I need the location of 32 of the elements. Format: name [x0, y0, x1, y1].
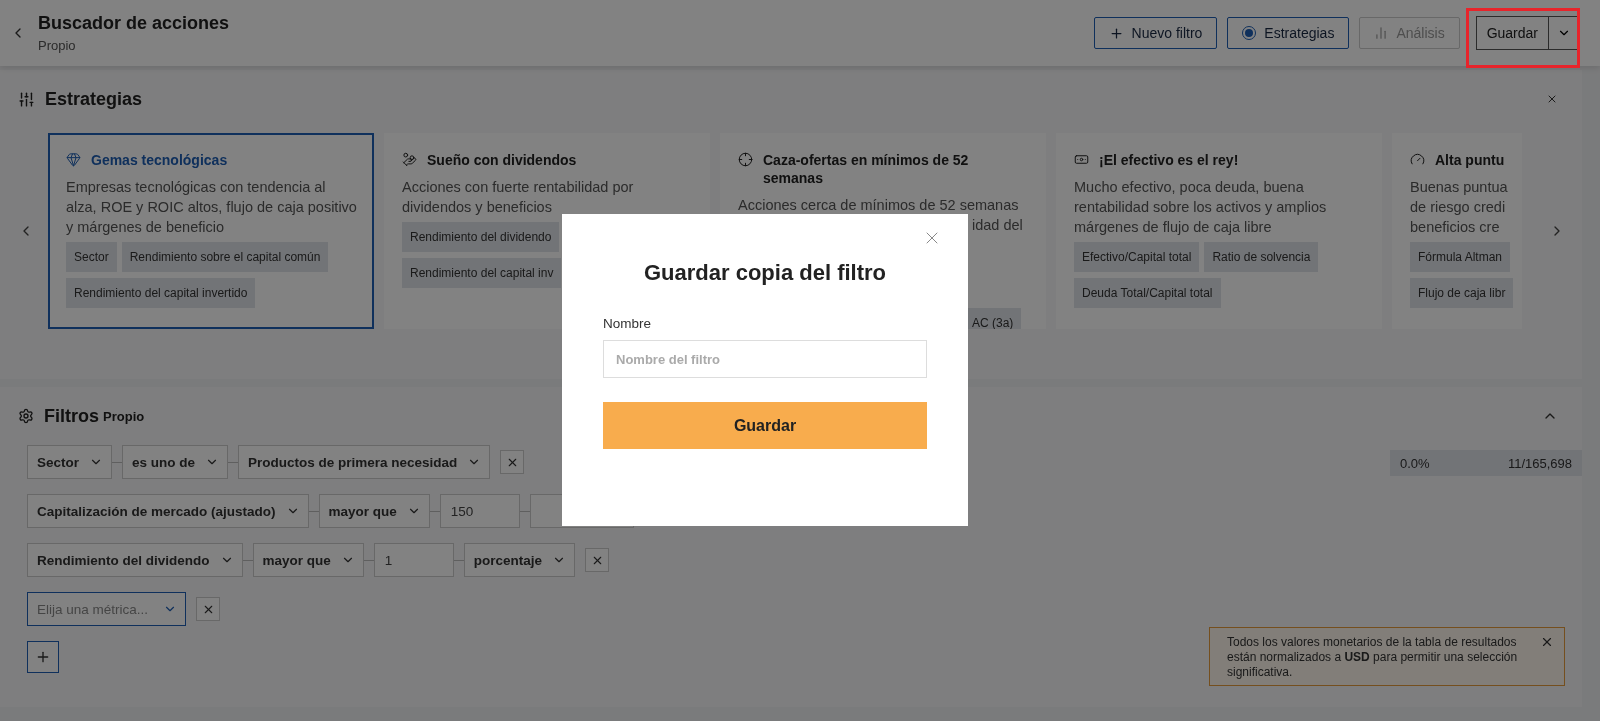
metric-tag: Ratio de solvencia: [1204, 242, 1319, 272]
card-description: Buenas puntua: [1410, 178, 1506, 197]
card-description: idad del: [972, 216, 1023, 235]
card-description: de riesgo credi: [1410, 198, 1506, 217]
card-title: Sueño con dividendos: [427, 151, 577, 169]
metric-tag: Rendimiento del dividendo: [402, 222, 560, 252]
page-title: Buscador de acciones: [38, 13, 231, 34]
card-description: Acciones cerca de mínimos de 52 semanas: [738, 196, 1020, 215]
card-description: Acciones con fuerte rentabilidad por dividendos y beneficios: [402, 178, 635, 217]
field-label: Nombre: [603, 316, 652, 331]
metric-tag: Rendimiento del capital inv: [402, 258, 562, 288]
section-subtitle: Propio: [103, 408, 145, 424]
card-title: Gemas tecnológicas: [91, 151, 228, 169]
section-title: Estrategias: [45, 88, 143, 110]
notice-text: Todos los valores monetarios de la tabla de resultados están normalizados a USD para permitir una selección significativa.: [1227, 635, 1518, 679]
card-description: Empresas tecnológicas con tendencia al alza, ROE y ROIC altos, flujo de caja positivo y márgenes de beneficio: [66, 178, 358, 237]
match-percentage: 0.0%: [1400, 455, 1430, 471]
metric-tag: Fórmula Altman: [1410, 242, 1511, 272]
card-title: Caza-ofertas en mínimos de 52 semanas: [763, 151, 970, 187]
metric-tag: Sector: [66, 242, 117, 272]
card-title: Alta puntu: [1435, 151, 1505, 169]
card-title: ¡El efectivo es el rey!: [1099, 151, 1239, 169]
metric-tag: Flujo de caja libr: [1410, 278, 1514, 308]
card-description: beneficios cre: [1410, 218, 1501, 237]
metric-tag: Rendimiento sobre el capital común: [121, 242, 329, 272]
card-description: Mucho efectivo, poca deuda, buena rentabilidad sobre los activos y amplios márgenes de flujo de caja libre: [1074, 178, 1328, 237]
match-count: 11/165,698: [1507, 455, 1572, 471]
page-subtitle: Propio: [38, 38, 77, 53]
metric-tag: Efectivo/Capital total: [1074, 242, 1200, 272]
section-title: Filtros: [44, 405, 99, 427]
metric-tag: Rendimiento del capital invertido: [66, 278, 256, 308]
metric-tag: Deuda Total/Capital total: [1074, 278, 1221, 308]
